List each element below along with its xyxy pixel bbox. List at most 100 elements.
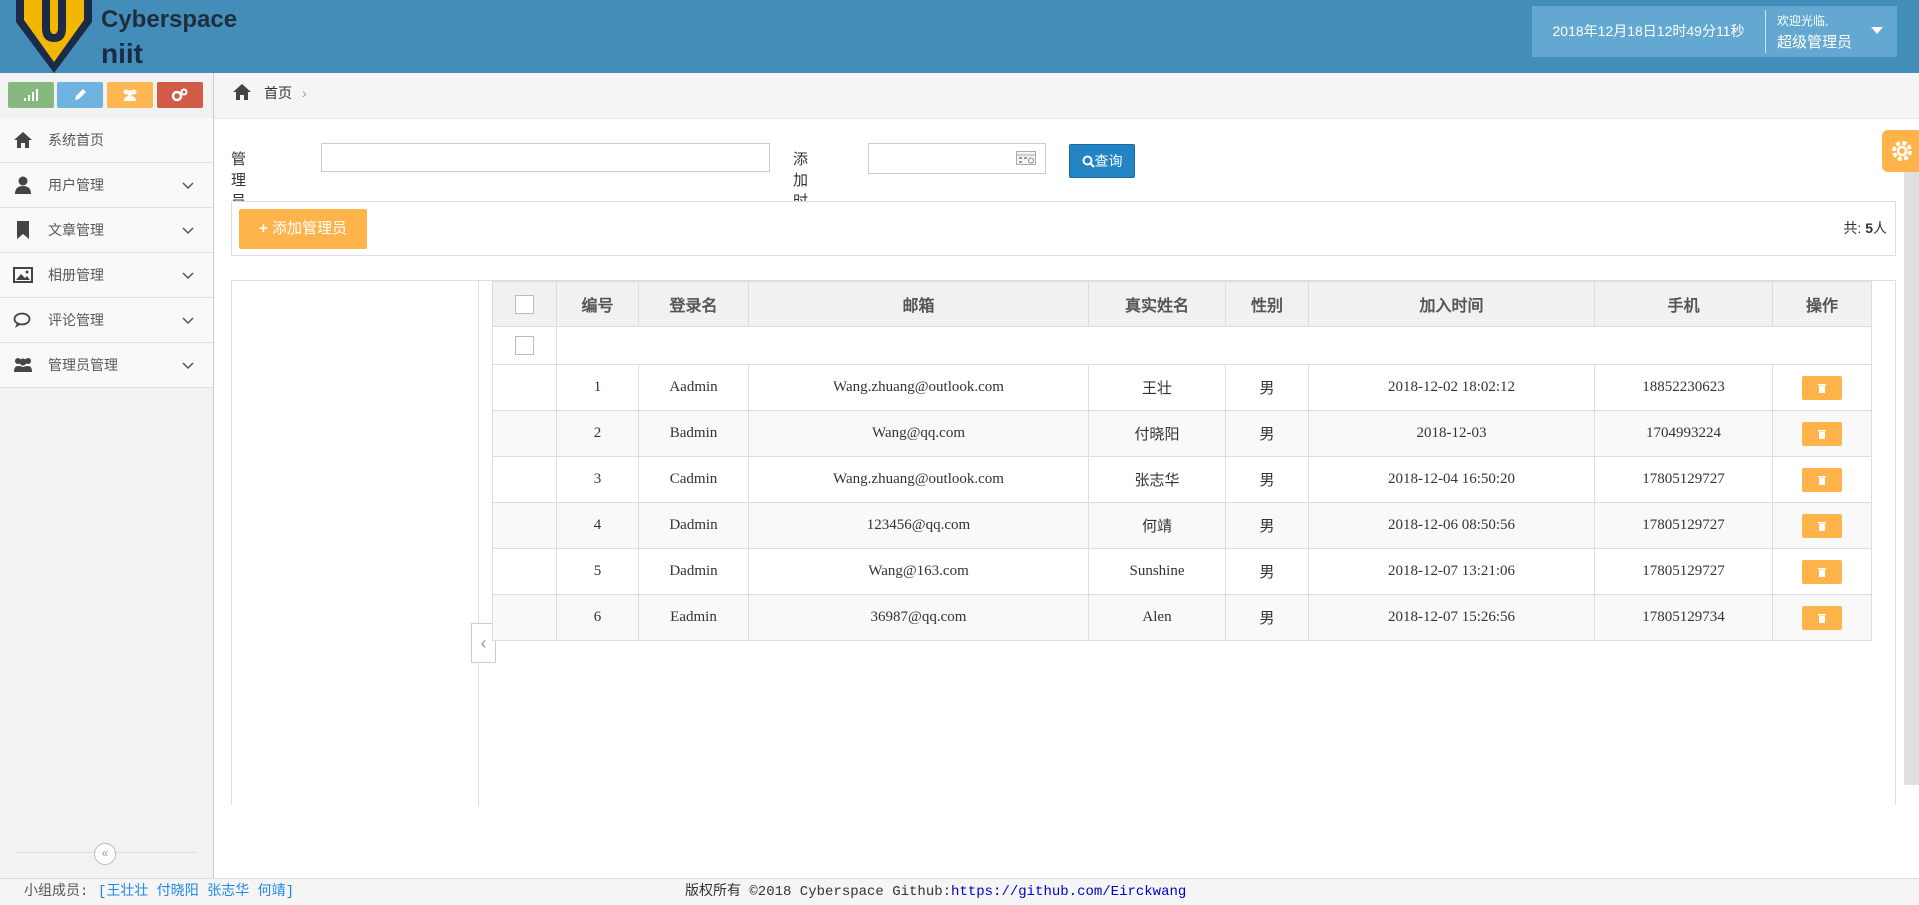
filter-cell bbox=[492, 326, 557, 365]
cell-actions bbox=[1772, 456, 1872, 503]
sidebar-item-label: 用户管理 bbox=[48, 177, 104, 193]
total-suffix: 人 bbox=[1873, 220, 1887, 236]
chevron-down-icon bbox=[182, 362, 194, 370]
cell-phone: 18852230623 bbox=[1594, 364, 1773, 411]
cell-email: Wang@qq.com bbox=[748, 410, 1089, 457]
admin-table: 编号 登录名 邮箱 真实姓名 性别 加入时间 手机 操作 1 Aadmin Wa… bbox=[492, 281, 1872, 641]
cell-id: 5 bbox=[556, 548, 639, 595]
cell-joined: 2018-12-06 08:50:56 bbox=[1308, 502, 1595, 549]
sidebar-item-users[interactable]: 用户管理 bbox=[0, 163, 213, 208]
column-header[interactable]: 编号 bbox=[556, 281, 639, 327]
trash-icon bbox=[1818, 429, 1826, 439]
cell-name: 付晓阳 bbox=[1088, 410, 1226, 457]
logo-title: Cyberspace bbox=[101, 6, 238, 33]
delete-button[interactable] bbox=[1802, 375, 1842, 400]
tree-pane bbox=[232, 281, 479, 806]
delete-button[interactable] bbox=[1802, 605, 1842, 630]
pencil-icon bbox=[75, 89, 86, 100]
search-icon bbox=[1082, 155, 1095, 168]
row-select-cell[interactable] bbox=[492, 502, 557, 549]
breadcrumb-home-link[interactable]: 首页 bbox=[264, 73, 292, 113]
table-row[interactable]: 5 Dadmin Wang@163.com Sunshine 男 2018-12… bbox=[492, 548, 1872, 595]
cell-login: Aadmin bbox=[638, 364, 749, 411]
sidebar-shortcuts bbox=[0, 73, 213, 118]
search-button[interactable]: 查询 bbox=[1069, 144, 1135, 178]
copyright-text: 版权所有 ©2018 Cyberspace Github: bbox=[685, 884, 952, 900]
cell-name: 王壮 bbox=[1088, 364, 1226, 411]
table-row[interactable]: 1 Aadmin Wang.zhuang@outlook.com 王壮 男 20… bbox=[492, 364, 1872, 411]
filter-checkbox[interactable] bbox=[515, 336, 534, 355]
row-select-cell[interactable] bbox=[492, 410, 557, 457]
shortcut-stats-button[interactable] bbox=[8, 82, 54, 108]
row-select-cell[interactable] bbox=[492, 364, 557, 411]
cell-joined: 2018-12-04 16:50:20 bbox=[1308, 456, 1595, 503]
filter-cell bbox=[556, 326, 1872, 365]
collapse-sidebar-icon[interactable]: « bbox=[94, 843, 116, 865]
cell-gender: 男 bbox=[1225, 548, 1309, 595]
users-icon bbox=[123, 89, 137, 101]
sidebar-item-label: 系统首页 bbox=[48, 132, 104, 148]
logo-icon bbox=[16, 0, 92, 73]
delete-button[interactable] bbox=[1802, 467, 1842, 492]
table-row[interactable]: 6 Eadmin 36987@qq.com Alen 男 2018-12-07 … bbox=[492, 594, 1872, 641]
page-scrollbar[interactable] bbox=[1904, 160, 1919, 785]
user-icon bbox=[15, 176, 31, 194]
delete-button[interactable] bbox=[1802, 513, 1842, 538]
sidebar-item-comments[interactable]: 评论管理 bbox=[0, 298, 213, 343]
cell-gender: 男 bbox=[1225, 456, 1309, 503]
shortcut-edit-button[interactable] bbox=[57, 82, 103, 108]
sidebar-item-albums[interactable]: 相册管理 bbox=[0, 253, 213, 298]
sidebar-item-articles[interactable]: 文章管理 bbox=[0, 208, 213, 253]
copyright: 版权所有 ©2018 Cyberspace Github:https://git… bbox=[685, 879, 1186, 905]
chevron-down-icon bbox=[182, 227, 194, 235]
column-header[interactable]: 真实姓名 bbox=[1088, 281, 1226, 327]
column-header[interactable]: 登录名 bbox=[638, 281, 749, 327]
settings-panel-button[interactable] bbox=[1882, 130, 1919, 172]
calendar-icon[interactable] bbox=[1016, 151, 1036, 165]
table-row[interactable]: 3 Cadmin Wang.zhuang@outlook.com 张志华 男 2… bbox=[492, 456, 1872, 503]
caret-down-icon[interactable] bbox=[1871, 27, 1883, 34]
cell-login: Eadmin bbox=[638, 594, 749, 641]
cell-joined: 2018-12-02 18:02:12 bbox=[1308, 364, 1595, 411]
cell-email: 123456@qq.com bbox=[748, 502, 1089, 549]
gear-icon bbox=[1892, 141, 1912, 161]
admin-name-input[interactable] bbox=[321, 143, 770, 172]
comments-icon bbox=[13, 312, 31, 328]
sidebar-item-admins[interactable]: 管理员管理 bbox=[0, 343, 213, 388]
shortcut-users-button[interactable] bbox=[107, 82, 153, 108]
github-link[interactable]: https://github.com/Eirckwang bbox=[951, 884, 1186, 900]
toolbar: + 添加管理员 共: 5人 bbox=[231, 201, 1896, 256]
footer: 小组成员: [王壮壮 付晓阳 张志华 何靖] 版权所有 ©2018 Cybers… bbox=[0, 878, 1919, 905]
row-select-cell[interactable] bbox=[492, 456, 557, 503]
top-navbar: Cyberspace niit 2018年12月18日12时49分11秒 欢迎光… bbox=[0, 0, 1919, 73]
delete-button[interactable] bbox=[1802, 421, 1842, 446]
cell-phone: 17805129727 bbox=[1594, 502, 1773, 549]
sidebar-item-label: 相册管理 bbox=[48, 267, 104, 283]
delete-button[interactable] bbox=[1802, 559, 1842, 584]
row-select-cell[interactable] bbox=[492, 594, 557, 641]
row-select-cell[interactable] bbox=[492, 548, 557, 595]
add-admin-button[interactable]: + 添加管理员 bbox=[239, 209, 367, 249]
sidebar-item-dashboard[interactable]: 系统首页 bbox=[0, 118, 213, 163]
sidebar-menu: 系统首页 用户管理 文章管理 相册管理 评论管理 管理员管理 bbox=[0, 118, 213, 388]
column-header[interactable]: 手机 bbox=[1594, 281, 1773, 327]
breadcrumb: 首页 › bbox=[214, 73, 1919, 119]
shortcut-settings-button[interactable] bbox=[157, 82, 203, 108]
column-header[interactable]: 性别 bbox=[1225, 281, 1309, 327]
select-all-checkbox[interactable] bbox=[515, 294, 534, 314]
welcome-text: 欢迎光临, bbox=[1777, 14, 1829, 28]
column-header[interactable]: 加入时间 bbox=[1308, 281, 1595, 327]
table-row[interactable]: 4 Dadmin 123456@qq.com 何靖 男 2018-12-06 0… bbox=[492, 502, 1872, 549]
trash-icon bbox=[1818, 567, 1826, 577]
home-icon bbox=[14, 132, 32, 148]
cell-actions bbox=[1772, 548, 1872, 595]
cogs-icon bbox=[171, 88, 188, 102]
column-header[interactable]: 操作 bbox=[1772, 281, 1872, 327]
search-button-label: 查询 bbox=[1094, 153, 1123, 169]
user-menu[interactable]: 2018年12月18日12时49分11秒 欢迎光临, 超级管理员 bbox=[1532, 6, 1897, 57]
user-role: 超级管理员 bbox=[1777, 34, 1853, 51]
table-row[interactable]: 2 Badmin Wang@qq.com 付晓阳 男 2018-12-03 17… bbox=[492, 410, 1872, 457]
picture-icon bbox=[13, 267, 33, 283]
total-number: 5 bbox=[1865, 220, 1873, 236]
column-header[interactable]: 邮箱 bbox=[748, 281, 1089, 327]
